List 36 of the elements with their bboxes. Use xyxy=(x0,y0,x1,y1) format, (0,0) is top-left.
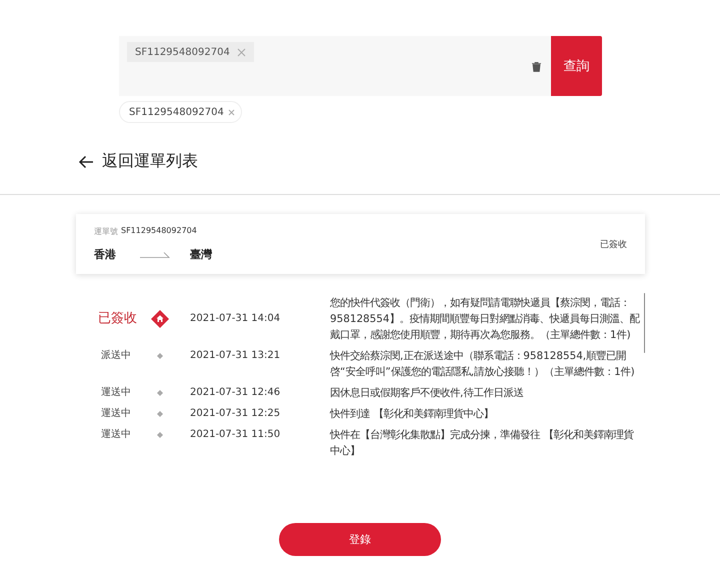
event-description: 您的快件代簽收（門衛），如有疑問請電聯快遞員【蔡淙閔，電話：958128554】。疫情期間順豐每日對網點消毒、快遞員每日測溫、配戴口罩，感謝您使用順豐，期待再次為您服務。（主單總件數：1件) xyxy=(330,296,641,343)
waybill-status: 已簽收 xyxy=(600,238,627,250)
tag-text: SF1129548092704 xyxy=(135,46,230,58)
chip-text: SF1129548092704 xyxy=(129,106,224,118)
event-status: 運送中 xyxy=(100,386,132,400)
waybill-label: 運單號 xyxy=(94,226,118,237)
event-status: 運送中 xyxy=(100,428,132,442)
event-time: 2021-07-31 12:25 xyxy=(189,407,282,421)
home-icon xyxy=(151,310,169,328)
search-field[interactable]: SF1129548092704 xyxy=(119,36,551,96)
back-arrow-icon[interactable] xyxy=(78,154,94,168)
event-status: 派送中 xyxy=(100,348,132,363)
login-button[interactable]: 登錄 xyxy=(279,523,441,556)
diamond-icon xyxy=(157,432,163,438)
close-icon[interactable] xyxy=(236,48,246,56)
event-time: 2021-07-31 12:46 xyxy=(189,386,282,400)
event-time: 2021-07-31 13:21 xyxy=(189,349,282,363)
diamond-icon xyxy=(157,353,163,359)
event-description: 因休息日或假期客戶不便收件,待工作日派送 xyxy=(330,386,524,401)
origin-city: 香港 xyxy=(94,247,117,262)
event-status: 已簽收 xyxy=(97,311,138,327)
close-icon[interactable] xyxy=(228,108,235,116)
event-time: 2021-07-31 11:50 xyxy=(189,428,282,442)
event-description: 快件交給蔡淙閔,正在派送途中（聯系電話：958128554,順豐已開啓“安全呼叫”保護您的電話隱私,請放心接聽！）（主單總件數：1件) xyxy=(330,349,636,380)
event-time: 2021-07-31 14:04 xyxy=(189,312,282,326)
query-button[interactable]: 查詢 xyxy=(551,36,602,96)
event-status: 運送中 xyxy=(100,406,132,421)
waybill-number: SF1129548092704 xyxy=(121,226,197,237)
history-chip[interactable]: SF1129548092704 xyxy=(119,101,242,123)
event-description: 快件在【台灣彰化集散點】完成分揀，準備發往 【彰化和美鐸南理貨中心】 xyxy=(330,428,635,459)
trash-icon[interactable] xyxy=(532,62,541,72)
back-link[interactable]: 返回運單列表 xyxy=(102,151,198,172)
event-description: 快件到達 【彰化和美鐸南理貨中心】 xyxy=(330,407,494,422)
destination-city: 臺灣 xyxy=(190,247,213,262)
diamond-icon xyxy=(157,411,163,417)
diamond-icon xyxy=(157,390,163,396)
